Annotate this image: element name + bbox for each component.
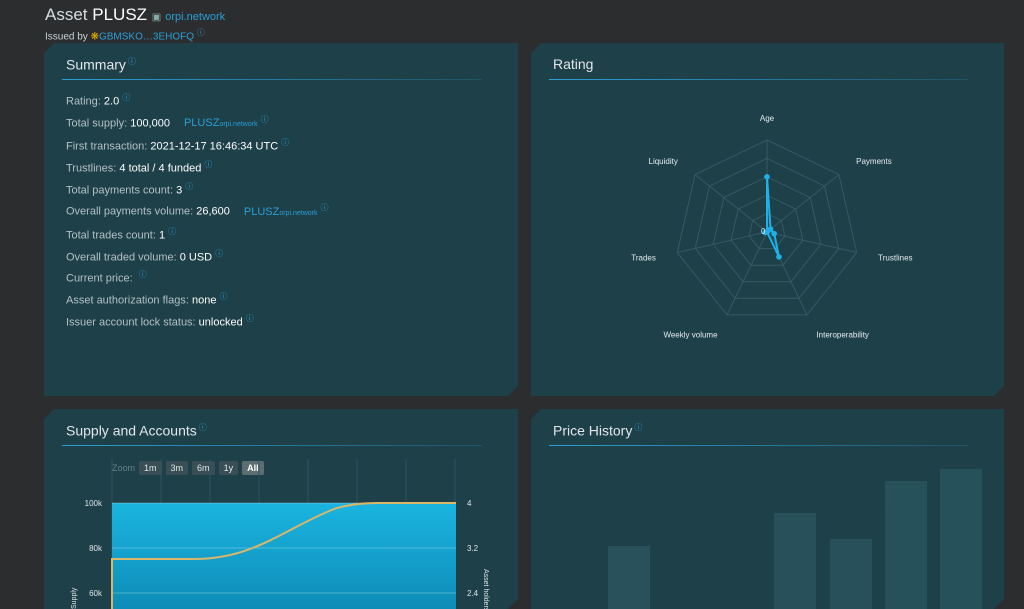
- page-title: Asset PLUSZ ▣ orpi.network: [45, 5, 226, 24]
- supply-panel: Supply and Accounts ⓘ Zoom 1m 3m 6m 1y All 100…: [44, 409, 518, 609]
- summary-row-value: 4 total / 4 funded: [119, 162, 202, 175]
- rating-panel: Rating Age Payments Trustlines Interoperabi…: [531, 43, 1004, 396]
- help-icon[interactable]: ⓘ: [204, 160, 212, 169]
- summary-divider: [62, 79, 482, 80]
- summary-row-label: Total supply:: [66, 117, 131, 130]
- asset-link-domain: orpi.network: [279, 209, 318, 217]
- summary-row-label: Overall payments volume:: [66, 205, 197, 218]
- asset-link[interactable]: PLUSZorpi.network: [184, 117, 258, 129]
- summary-row: Asset authorization flags: none ⓘ: [66, 288, 328, 310]
- issuer-account-link[interactable]: GBMSKO…3EHOFQ: [99, 31, 194, 42]
- summary-row-value: none: [191, 294, 217, 307]
- left-tick-label: 100k: [85, 499, 103, 508]
- radar-axis-label: Payments: [856, 157, 892, 166]
- summary-row: Total trades count: 1 ⓘ: [66, 223, 328, 245]
- summary-row-label: Total trades count:: [66, 229, 159, 242]
- summary-row-label: Issuer account lock status:: [66, 316, 199, 329]
- summary-row: Issuer account lock status: unlocked ⓘ: [66, 310, 328, 332]
- issuer-line: Issued by ❋GBMSKO…3EHOFQ ⓘ: [45, 28, 205, 43]
- help-icon[interactable]: ⓘ: [197, 28, 205, 37]
- price-loading-placeholder: [608, 469, 982, 609]
- broken-image-icon: ▣: [151, 12, 162, 23]
- summary-row-value: 2021-12-17 16:46:34 UTC: [150, 140, 279, 153]
- summary-row: Rating: 2.0 ⓘ: [66, 89, 328, 111]
- help-icon[interactable]: ⓘ: [168, 227, 176, 236]
- summary-row-value: 3: [176, 184, 183, 197]
- help-icon[interactable]: ⓘ: [185, 182, 193, 191]
- summary-row: Trustlines: 4 total / 4 funded ⓘ: [66, 156, 328, 178]
- radar-axis-line: [727, 232, 767, 315]
- help-icon[interactable]: ⓘ: [122, 93, 130, 102]
- left-tick-label: 80k: [89, 544, 103, 553]
- radar-point[interactable]: [776, 254, 782, 260]
- radar-axis-label: Trustlines: [878, 253, 912, 262]
- price-panel: Price History ⓘ: [531, 409, 1004, 609]
- summary-row-label: Total payments count:: [66, 184, 177, 197]
- summary-row-value: 100,000: [130, 117, 170, 130]
- page-header: Asset PLUSZ ▣ orpi.network Issued by ❋GBM…: [45, 5, 225, 42]
- left-axis-label: Supply: [71, 587, 78, 609]
- summary-row-value: 1: [158, 229, 166, 242]
- summary-row-label: Overall traded volume:: [66, 251, 180, 264]
- help-icon[interactable]: ⓘ: [139, 270, 147, 279]
- summary-row: Total supply: 100,000 PLUSZorpi.networkⓘ: [66, 111, 328, 135]
- help-icon[interactable]: ⓘ: [215, 249, 223, 258]
- summary-row-value: 26,600: [196, 205, 230, 218]
- rating-radar-chart: Age Payments Trustlines Interoperability Wee…: [531, 43, 1004, 396]
- right-tick-label: 3.2: [467, 544, 479, 553]
- summary-row-value: unlocked: [198, 316, 243, 329]
- help-icon[interactable]: ⓘ: [281, 138, 289, 147]
- radar-axis-label: Interoperability: [816, 331, 868, 340]
- supply-chart: 100k 4 80k 3.2 60k 2.4 Supply Asset holders: [44, 409, 518, 609]
- summary-list: Rating: 2.0 ⓘ Total supply: 100,000 PLUSZor…: [66, 89, 328, 331]
- radar-center-label: 0: [761, 227, 766, 236]
- radar-axis-label: Weekly volume: [663, 331, 718, 340]
- summary-row: Total payments count: 3 ⓘ: [66, 178, 328, 200]
- asset-code: PLUSZ: [92, 5, 148, 24]
- radar-series-line: [765, 177, 779, 257]
- summary-row: First transaction: 2021-12-17 16:46:34 U…: [66, 134, 328, 156]
- help-icon[interactable]: ⓘ: [246, 314, 254, 323]
- summary-row-value: 2.0: [103, 95, 120, 108]
- radar-axis-label: Trades: [631, 253, 656, 262]
- help-icon[interactable]: ⓘ: [128, 57, 136, 66]
- help-icon[interactable]: ⓘ: [320, 203, 328, 212]
- summary-panel: Summary ⓘ Rating: 2.0 ⓘ Total supply: 100,0…: [44, 43, 518, 396]
- help-icon[interactable]: ⓘ: [261, 115, 269, 124]
- summary-row-label: Current price:: [66, 272, 136, 285]
- right-tick-label: 4: [467, 499, 472, 508]
- left-tick-label: 60k: [89, 589, 103, 598]
- radar-axis-label: Liquidity: [649, 157, 678, 166]
- right-tick-label: 2.4: [467, 589, 479, 598]
- price-history-chart: [531, 409, 1004, 609]
- summary-row: Overall traded volume: 0 USD ⓘ: [66, 245, 328, 267]
- summary-row-label: Asset authorization flags:: [66, 294, 192, 307]
- radar-axis-label: Age: [760, 114, 775, 123]
- summary-row-label: First transaction:: [66, 140, 151, 153]
- summary-row: Overall payments volume: 26,600 PLUSZorpi…: [66, 199, 328, 223]
- summary-row-value: 0 USD: [179, 251, 213, 264]
- asset-domain-link[interactable]: orpi.network: [165, 11, 225, 23]
- summary-row-label: Trustlines:: [66, 162, 120, 175]
- asset-link[interactable]: PLUSZorpi.network: [244, 206, 318, 218]
- summary-title: Summary ⓘ: [66, 56, 136, 73]
- radar-point[interactable]: [764, 174, 770, 180]
- summary-row: Current price: ⓘ: [66, 266, 328, 288]
- radar-point[interactable]: [771, 231, 777, 237]
- help-icon[interactable]: ⓘ: [219, 292, 227, 301]
- summary-row-label: Rating:: [66, 95, 104, 108]
- asset-link-domain: orpi.network: [219, 121, 258, 129]
- right-axis-label: Asset holders: [482, 569, 489, 609]
- issuer-identicon-icon: ❋: [90, 31, 99, 43]
